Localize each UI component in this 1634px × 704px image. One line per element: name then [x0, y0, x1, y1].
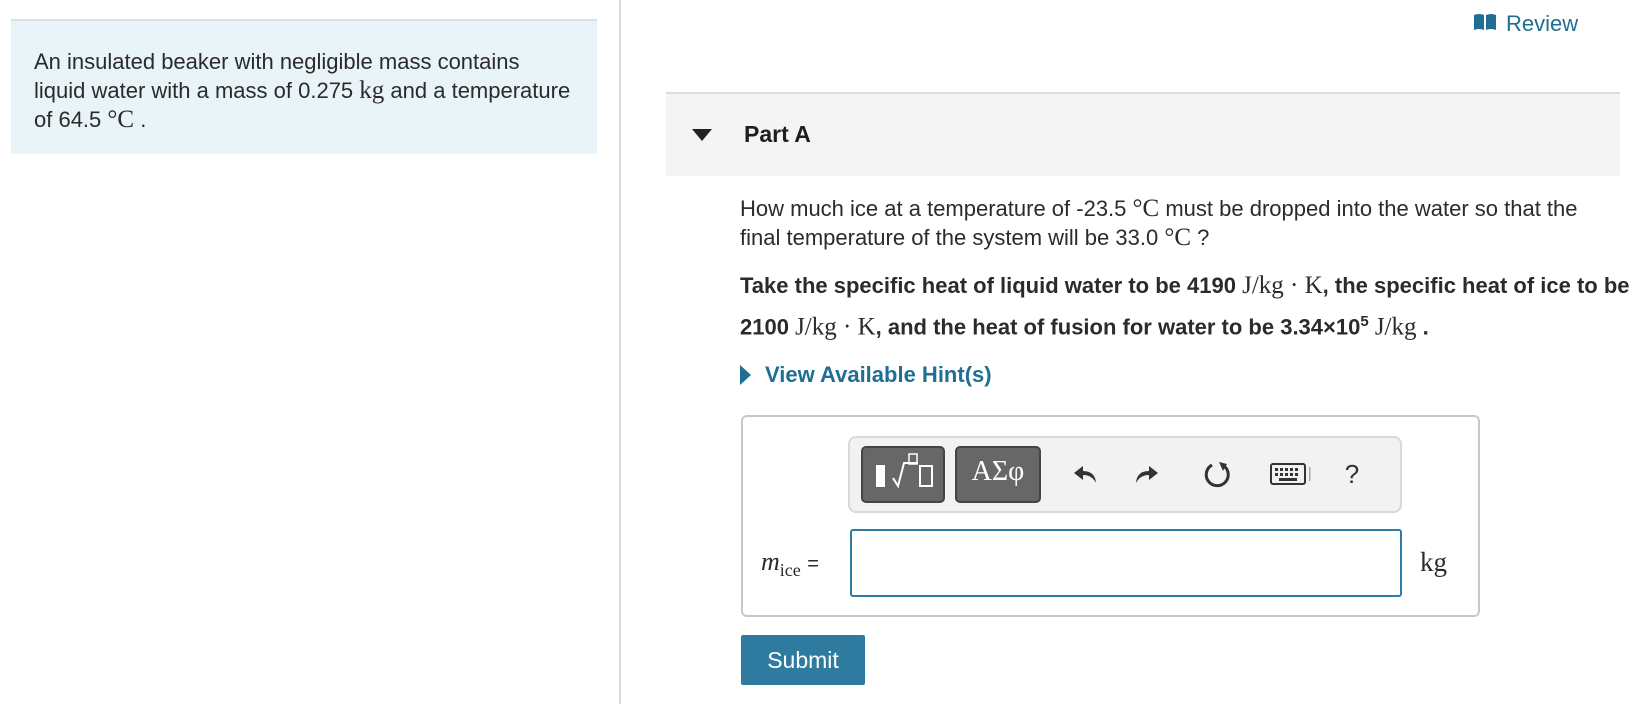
part-a-header[interactable]: Part A	[666, 92, 1620, 176]
book-icon	[1473, 11, 1497, 37]
math-toolbar: ΑΣφ ?	[848, 436, 1402, 513]
review-link[interactable]: Review	[1473, 11, 1578, 37]
constants-text: Take the specific heat of liquid water t…	[740, 272, 1630, 341]
submit-button[interactable]: Submit	[741, 635, 865, 685]
undo-icon[interactable]	[1068, 456, 1104, 492]
answer-unit: kg	[1420, 547, 1447, 577]
hint-label: View Available Hint(s)	[765, 362, 992, 387]
keyboard-icon[interactable]	[1266, 456, 1316, 492]
answer-box: ΑΣφ ? mice = kg	[741, 415, 1480, 617]
view-hints-toggle[interactable]: View Available Hint(s)	[740, 362, 992, 388]
templates-button[interactable]	[861, 446, 945, 503]
redo-icon[interactable]	[1128, 456, 1164, 492]
answer-variable-label: mice =	[761, 547, 819, 581]
review-label: Review	[1506, 11, 1579, 36]
expand-caret-icon	[740, 365, 751, 385]
reset-icon[interactable]	[1200, 456, 1236, 492]
problem-intro-panel: An insulated beaker with negligible mass…	[11, 19, 597, 154]
panel-divider	[619, 0, 621, 704]
help-button[interactable]: ?	[1334, 456, 1370, 492]
mass-unit: kg	[359, 77, 385, 104]
problem-statement: An insulated beaker with negligible mass…	[34, 49, 571, 133]
part-title: Part A	[744, 121, 811, 147]
collapse-caret-icon[interactable]	[692, 129, 712, 141]
answer-input[interactable]	[850, 529, 1402, 597]
question-text: How much ice at a temperature of -23.5 °…	[740, 195, 1578, 251]
templates-icon	[876, 453, 933, 489]
temperature-unit: °C	[107, 106, 135, 133]
greek-symbols-button[interactable]: ΑΣφ	[955, 446, 1041, 503]
